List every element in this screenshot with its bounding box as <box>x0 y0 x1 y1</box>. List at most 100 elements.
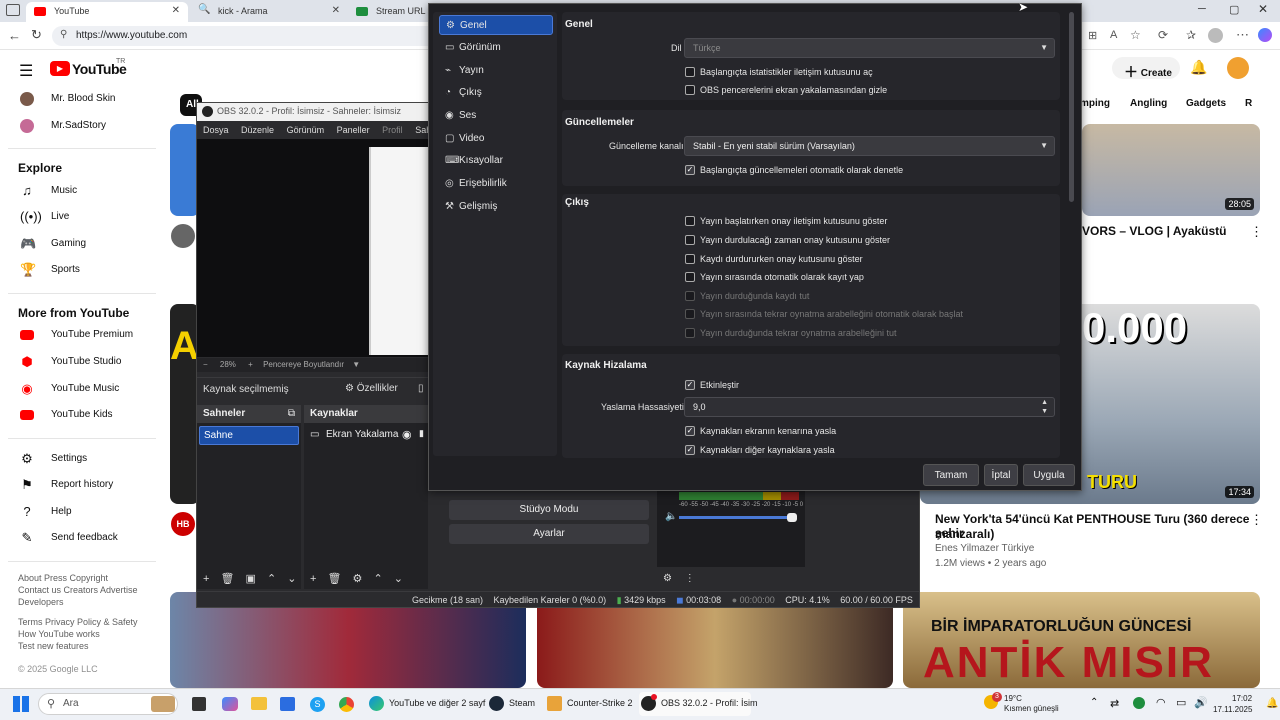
skype-icon[interactable]: S <box>310 697 325 712</box>
checkbox-confirm-stop-rec[interactable]: Kaydı durdururken onay kutusunu göster <box>685 253 863 265</box>
menu-dosya[interactable]: Dosya <box>203 125 229 135</box>
ok-button[interactable]: Tamam <box>923 464 979 486</box>
checkbox-box[interactable]: ✓ <box>685 379 695 390</box>
video-thumbnail[interactable]: 28:05 <box>1082 124 1260 216</box>
sidebar-item-kids[interactable]: YouTube Kids <box>0 402 160 428</box>
sidebar-item-music[interactable]: ♫ Music <box>0 178 160 204</box>
tab-actions-icon[interactable] <box>6 4 20 16</box>
copilot-taskbar-icon[interactable] <box>222 697 238 711</box>
tray-security-icon[interactable] <box>1133 697 1145 709</box>
scene-list-item[interactable]: Sahne <box>199 426 299 445</box>
video-thumbnail[interactable]: BİR İMPARATORLUĞUN GÜNCESİ ANTİK MISIR <box>903 592 1260 688</box>
close-window-icon[interactable]: ✕ <box>1258 2 1268 16</box>
snap-sensitivity-spinbox[interactable]: 9,0 ▲ ▼ <box>684 397 1055 417</box>
sidebar-item-sports[interactable]: 🏆 Sports <box>0 257 160 283</box>
favorites-icon[interactable]: ✰ <box>1186 28 1196 42</box>
store-icon[interactable] <box>280 697 295 711</box>
apply-button[interactable]: Uygula <box>1023 464 1075 486</box>
obs-preview[interactable] <box>197 139 428 357</box>
sidebar-item-feedback[interactable]: ✎ Send feedback <box>0 525 160 551</box>
visibility-eye-icon[interactable]: ◉ <box>402 428 412 441</box>
add-icon[interactable]: + <box>310 573 316 585</box>
nav-video[interactable]: ▢ Video <box>439 129 553 149</box>
checkbox-box[interactable] <box>685 66 695 77</box>
menu-paneller[interactable]: Paneller <box>337 125 370 135</box>
lock-icon[interactable]: ▮ <box>419 428 424 439</box>
chrome-icon[interactable] <box>339 697 354 712</box>
tab-stream-url[interactable]: Stream URL & K <box>348 2 438 22</box>
checkbox-box[interactable]: ✓ <box>685 425 695 436</box>
task-view-icon[interactable] <box>192 697 206 711</box>
language-select[interactable]: Türkçe ▼ <box>684 38 1055 58</box>
footer-links[interactable]: Terms Privacy Policy & Safety <box>18 617 138 627</box>
gear-icon[interactable]: ⚙ <box>353 573 363 585</box>
tray-app-icon[interactable]: ⇄ <box>1110 697 1119 710</box>
close-icon[interactable]: ✕ <box>332 5 340 16</box>
network-icon[interactable]: ▭ <box>1176 696 1186 709</box>
channel-avatar[interactable] <box>171 224 195 248</box>
refresh-ext-icon[interactable]: ⟳ <box>1158 28 1168 42</box>
footer-links[interactable]: About Press Copyright <box>18 573 108 583</box>
chip-camping[interactable]: mping <box>1080 95 1110 115</box>
file-explorer-icon[interactable] <box>251 697 267 710</box>
add-icon[interactable]: + <box>203 573 209 585</box>
video-title[interactable]: VORS – VLOG | Ayaküstü <box>1082 224 1227 238</box>
speaker-icon[interactable]: 🔈 <box>665 511 677 522</box>
clock-date[interactable]: 17.11.2025 <box>1213 705 1252 714</box>
sidebar-item-music-app[interactable]: ◉ YouTube Music <box>0 376 160 402</box>
source-list-item[interactable]: ▭ Ekran Yakalama ◉ ▮ <box>306 426 426 445</box>
checkbox-box[interactable] <box>685 234 695 245</box>
sidebar-subscription[interactable]: Mr. Blood Skin <box>0 86 160 112</box>
read-aloud-icon[interactable]: A <box>1110 29 1117 41</box>
tab-youtube[interactable]: YouTube ✕ <box>26 2 188 22</box>
checkbox-open-stats[interactable]: Başlangıçta istatistikler iletişim kutus… <box>685 66 873 78</box>
nav-erisebilirlik[interactable]: ◎ Erişebilirlik <box>439 174 553 194</box>
nav-kisayollar[interactable]: ⌨ Kısayollar <box>439 151 553 171</box>
menu-duzenle[interactable]: Düzenle <box>241 125 274 135</box>
close-icon[interactable]: ✕ <box>172 5 180 16</box>
sidebar-item-report-history[interactable]: ⚑ Report history <box>0 472 160 498</box>
footer-links[interactable]: Contact us Creators Advertise <box>18 585 138 595</box>
move-down-icon[interactable]: ⌄ <box>287 573 296 585</box>
footer-links[interactable]: Test new features <box>18 641 89 651</box>
nav-gelismis[interactable]: ⚒ Gelişmiş <box>439 197 553 217</box>
filters-icon[interactable]: ▯ <box>418 383 424 394</box>
checkbox-box[interactable] <box>685 253 695 264</box>
chip-angling[interactable]: Angling <box>1130 95 1167 115</box>
site-info-icon[interactable]: ⚲ <box>60 29 67 40</box>
volume-icon[interactable]: 🔊 <box>1194 696 1208 709</box>
settings-button[interactable]: Ayarlar <box>449 524 649 544</box>
update-channel-select[interactable]: Stabil - En yeni stabil sürüm (Varsayıla… <box>684 136 1055 156</box>
notifications-bell-icon[interactable]: 🔔 <box>1190 59 1207 76</box>
video-menu-icon[interactable]: ⋮ <box>1250 224 1263 240</box>
move-up-icon[interactable]: ⌃ <box>267 573 276 585</box>
chevron-down-icon[interactable]: ▼ <box>352 360 360 369</box>
hamburger-menu-icon[interactable]: ☰ <box>19 61 33 81</box>
tab-kick-search[interactable]: 🔍 kick - Arama ✕ <box>190 2 348 22</box>
back-icon[interactable]: ← <box>8 28 21 43</box>
zoom-out-icon[interactable]: − <box>203 360 208 369</box>
sidebar-item-help[interactable]: ? Help <box>0 499 160 525</box>
more-menu-icon[interactable]: ⋯ <box>1236 27 1249 43</box>
extensions-icon[interactable]: ⊞ <box>1088 29 1097 42</box>
trash-icon[interactable]: 🗑 <box>221 573 235 585</box>
nav-genel[interactable]: ⚙ Genel <box>439 15 553 35</box>
tray-chevron-up-icon[interactable]: ⌃ <box>1090 697 1098 708</box>
zoom-in-icon[interactable]: + <box>248 360 253 369</box>
slider-handle[interactable] <box>787 513 797 522</box>
create-button[interactable]: ＋ Create <box>1112 57 1180 80</box>
taskbar-search[interactable]: ⚲ Ara <box>38 693 178 715</box>
taskbar-app-steam[interactable]: Steam <box>487 692 539 716</box>
taskbar-app-edge[interactable]: YouTube ve diğer 2 sayf <box>367 692 485 716</box>
footer-links[interactable]: How YouTube works <box>18 629 100 639</box>
checkbox-box[interactable] <box>685 215 695 226</box>
checkbox-box[interactable]: ✓ <box>685 444 695 455</box>
footer-links[interactable]: Developers <box>18 597 64 607</box>
properties-button[interactable]: ⚙ Özellikler <box>345 383 398 394</box>
menu-profil[interactable]: Profil <box>382 125 403 135</box>
checkbox-snap-sources[interactable]: ✓ Kaynakları diğer kaynaklara yasla <box>685 444 835 456</box>
checkbox-auto-update[interactable]: ✓ Başlangıçta güncellemeleri otomatik ola… <box>685 164 903 176</box>
move-down-icon[interactable]: ⌄ <box>394 573 403 585</box>
checkbox-confirm-start[interactable]: Yayın başlatırken onay iletişim kutusunu… <box>685 215 887 227</box>
minimize-icon[interactable]: ─ <box>1198 3 1206 15</box>
